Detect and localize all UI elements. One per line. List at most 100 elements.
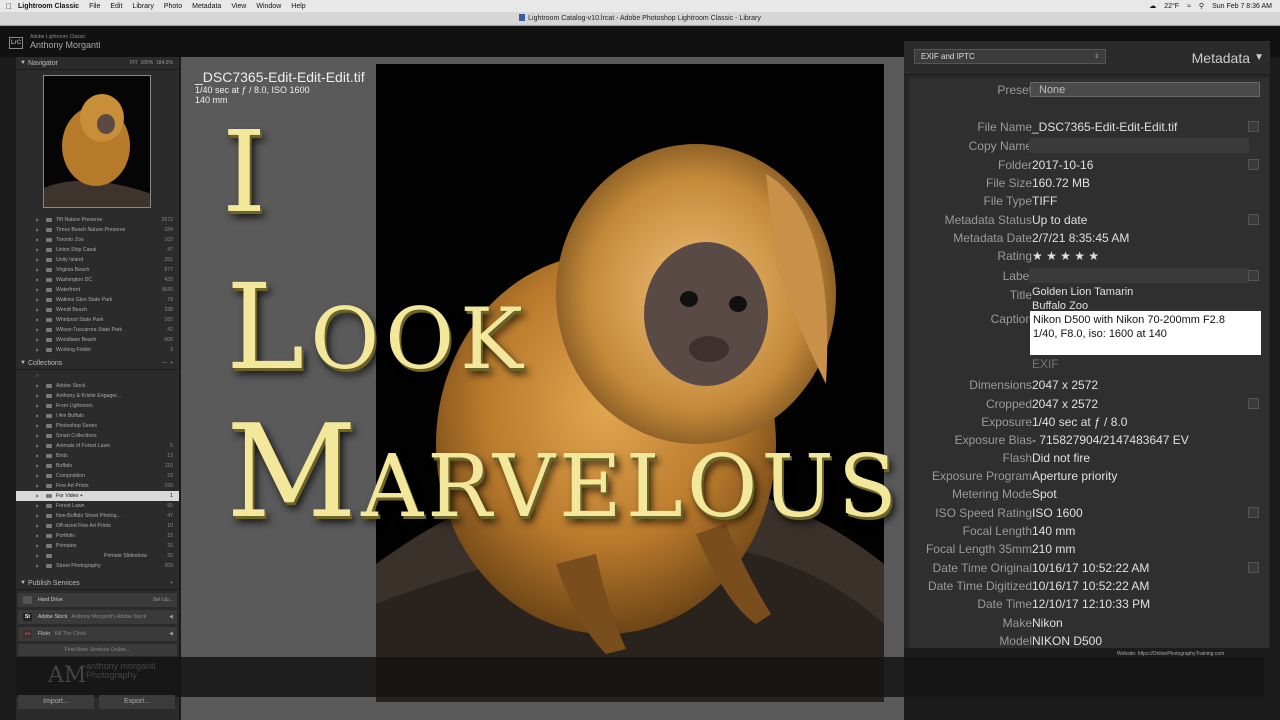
folder-row[interactable]: ▶ Whirlpool State Park 165: [16, 315, 179, 325]
title-field[interactable]: Golden Lion Tamarin Buffalo Zoo: [1032, 285, 1133, 313]
collection-row[interactable]: ▶ Non-Buffalo Street Photog... 47: [16, 511, 179, 521]
disclosure-triangle-icon[interactable]: ▶: [36, 421, 39, 431]
folder-row[interactable]: ▶ Tift Nature Preserve 2672: [16, 215, 179, 225]
disclosure-triangle-icon[interactable]: ▶: [36, 511, 39, 521]
triangle-down-icon[interactable]: ▼: [1254, 52, 1264, 63]
collection-row[interactable]: ▶ Off-sized Fine Art Prints 10: [16, 521, 179, 531]
folder-row[interactable]: ▶ Waterfront 3643: [16, 285, 179, 295]
disclosure-triangle-icon[interactable]: ▶: [36, 215, 39, 225]
collection-row[interactable]: ▶ Fine Art Prints 166: [16, 481, 179, 491]
menu-photo[interactable]: Photo: [164, 3, 182, 10]
disclosure-triangle-icon[interactable]: ▶: [36, 255, 39, 265]
weather-icon[interactable]: ☁: [1149, 2, 1156, 10]
disclosure-triangle-icon[interactable]: ▶: [36, 285, 39, 295]
collection-row[interactable]: ▶ Adobe Stock: [16, 381, 179, 391]
disclosure-triangle-icon[interactable]: ▶: [36, 411, 39, 421]
hard-drive-setup[interactable]: Set Up...: [153, 593, 173, 607]
disclosure-triangle-icon[interactable]: ▶: [36, 441, 39, 451]
disclosure-triangle-icon[interactable]: ▶: [36, 275, 39, 285]
metadata-input[interactable]: [1029, 268, 1249, 283]
collection-row[interactable]: ▶ Photoshop Series: [16, 421, 179, 431]
folder-row[interactable]: ▶ Union Ship Canal 47: [16, 245, 179, 255]
flickr-service[interactable]: ●● Flickr Kill The Clock ◀: [18, 627, 177, 641]
disclosure-triangle-icon[interactable]: ▶: [36, 391, 39, 401]
field-action-icon[interactable]: [1248, 562, 1259, 573]
field-action-icon[interactable]: [1248, 398, 1259, 409]
metadata-field-value[interactable]: _DSC7365-Edit-Edit-Edit.tif: [1032, 120, 1177, 134]
disclosure-triangle-icon[interactable]: ▶: [36, 335, 39, 345]
metadata-title[interactable]: Metadata: [1192, 50, 1250, 66]
collection-row[interactable]: ▶ Buffalo 110: [16, 461, 179, 471]
folder-row[interactable]: ▶ Wendt Beach 338: [16, 305, 179, 315]
disclosure-triangle-icon[interactable]: ▶: [36, 401, 39, 411]
collection-row[interactable]: ▶ Primate Slideshow 26: [16, 551, 179, 561]
hard-drive-service[interactable]: Hard Drive Set Up...: [18, 593, 177, 607]
collections-filter[interactable]: ⚲: [16, 371, 179, 381]
menu-file[interactable]: File: [89, 3, 100, 10]
triangle-left-icon[interactable]: ◀: [169, 610, 173, 624]
collection-row[interactable]: ▶ Birds 13: [16, 451, 179, 461]
collection-row[interactable]: ▶ Forest Lawn 95: [16, 501, 179, 511]
disclosure-triangle-icon[interactable]: ▶: [36, 491, 39, 501]
menu-edit[interactable]: Edit: [110, 3, 122, 10]
menu-view[interactable]: View: [231, 3, 246, 10]
preset-select[interactable]: None: [1030, 82, 1260, 97]
disclosure-triangle-icon[interactable]: ▶: [36, 295, 39, 305]
collection-row[interactable]: ▶ I Am Buffalo: [16, 411, 179, 421]
disclosure-triangle-icon[interactable]: ▶: [36, 315, 39, 325]
triangle-left-icon[interactable]: ◀: [169, 627, 173, 641]
collection-row[interactable]: ▶ For Video + 1: [16, 491, 179, 501]
wifi-icon[interactable]: ≈: [1187, 3, 1191, 10]
zoom-100[interactable]: 100%: [140, 60, 153, 66]
collection-row[interactable]: ▶ From Lightroom: [16, 401, 179, 411]
metadata-field-value[interactable]: ★ ★ ★ ★ ★: [1032, 249, 1099, 263]
collection-row[interactable]: ▶ Anthony & Kristie Engager...: [16, 391, 179, 401]
search-icon[interactable]: ⚲: [1199, 2, 1204, 10]
folder-row[interactable]: ▶ Virginia Beach 877: [16, 265, 179, 275]
export-button[interactable]: Export...: [99, 695, 175, 709]
field-action-icon[interactable]: [1248, 214, 1259, 225]
disclosure-triangle-icon[interactable]: ▶: [36, 471, 39, 481]
field-action-icon[interactable]: [1248, 507, 1259, 518]
collection-row[interactable]: ▶ Smart Collections: [16, 431, 179, 441]
collections-header[interactable]: ▼ Collections — +: [16, 357, 179, 370]
collection-row[interactable]: ▶ Street Photography 209: [16, 561, 179, 571]
disclosure-triangle-icon[interactable]: ▶: [36, 325, 39, 335]
disclosure-triangle-icon[interactable]: ▶: [36, 521, 39, 531]
add-collection-icon[interactable]: — +: [162, 357, 173, 370]
adobe-stock-service[interactable]: St Adobe Stock Anthony Morganti's Adobe S…: [18, 610, 177, 624]
find-more-services-button[interactable]: Find More Services Online...: [18, 644, 177, 656]
menu-window[interactable]: Window: [256, 3, 281, 10]
zoom-custom[interactable]: 184.3%: [156, 60, 173, 66]
menu-metadata[interactable]: Metadata: [192, 3, 221, 10]
disclosure-triangle-icon[interactable]: ▶: [36, 235, 39, 245]
navigator-thumbnail[interactable]: [43, 75, 151, 208]
disclosure-triangle-icon[interactable]: ▶: [36, 531, 39, 541]
folder-row[interactable]: ▶ Washington DC 433: [16, 275, 179, 285]
folder-row[interactable]: ▶ Toronto Zoo 102: [16, 235, 179, 245]
disclosure-triangle-icon[interactable]: ▶: [36, 431, 39, 441]
app-menu[interactable]: Lightroom Classic: [18, 3, 79, 10]
folder-row[interactable]: ▶ Working Folder 3: [16, 345, 179, 352]
folder-row[interactable]: ▶ Watkins Glen State Park 79: [16, 295, 179, 305]
field-action-icon[interactable]: [1248, 270, 1259, 281]
collection-row[interactable]: ▶ Animals of Forest Lawn 5: [16, 441, 179, 451]
menu-library[interactable]: Library: [132, 3, 153, 10]
disclosure-triangle-icon[interactable]: ▶: [36, 481, 39, 491]
add-service-icon[interactable]: +: [170, 577, 173, 590]
menu-help[interactable]: Help: [291, 3, 305, 10]
navigator-header[interactable]: ▼ Navigator FIT 100% 184.3%: [16, 57, 179, 70]
zoom-fit[interactable]: FIT: [130, 60, 138, 66]
disclosure-triangle-icon[interactable]: ▶: [36, 265, 39, 275]
disclosure-triangle-icon[interactable]: ▶: [36, 245, 39, 255]
disclosure-triangle-icon[interactable]: ▶: [36, 381, 39, 391]
disclosure-triangle-icon[interactable]: ▶: [36, 305, 39, 315]
publish-services-header[interactable]: ▼ Publish Services +: [16, 577, 179, 590]
metadata-set-select[interactable]: EXIF and IPTC ⇕: [914, 49, 1106, 64]
field-action-icon[interactable]: [1248, 121, 1259, 132]
folder-row[interactable]: ▶ Times Beach Nature Preserve 184: [16, 225, 179, 235]
disclosure-triangle-icon[interactable]: ▶: [36, 561, 39, 571]
folder-row[interactable]: ▶ Woodlawn Beach 606: [16, 335, 179, 345]
disclosure-triangle-icon[interactable]: ▶: [36, 461, 39, 471]
folder-row[interactable]: ▶ Wilson-Tuscarora State Park 42: [16, 325, 179, 335]
